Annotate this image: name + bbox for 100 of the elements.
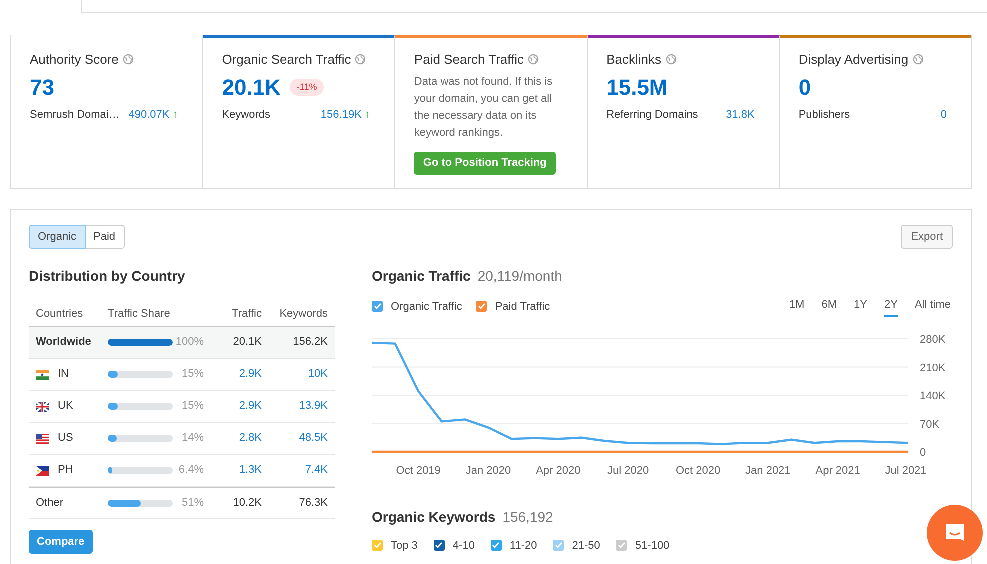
legend-label: Paid Traffic [495,300,550,314]
check-icon [554,542,563,550]
legend-checkbox[interactable] [434,540,445,552]
segment-tab[interactable]: Organic [29,225,86,249]
compare-button[interactable]: Compare [29,530,93,554]
y-axis-label: 0 [920,446,926,458]
card-title: Backlinks [606,51,662,69]
metric-value: 0 [798,74,812,102]
range-tab[interactable]: 6M [822,297,837,316]
card-title: Paid Search Traffic [414,51,524,69]
share-percent: 15% [182,367,204,382]
globe-icon [666,54,677,66]
flag-icon [36,434,49,444]
x-axis-label: Apr 2021 [816,464,860,476]
keywords-value: 156.2K [292,335,328,350]
legend-label: 4-10 [452,538,475,554]
trend-arrow: ↑ [364,108,370,122]
keywords-value[interactable]: 7.4K [262,462,328,479]
share-percent: 14% [182,431,204,446]
card-title: Authority Score [30,51,119,69]
card-title: Organic Search Traffic [222,51,352,69]
country-name: Worldwide [36,335,92,350]
x-axis-label: Oct 2020 [676,464,721,476]
y-axis-label: 140K [920,390,946,402]
chart-title: Organic Traffic [372,267,471,286]
metric-value: 73 [30,74,54,102]
metric-label: Publishers [798,108,850,122]
card-title: Display Advertising [798,51,909,69]
country-name: US [58,431,74,446]
country-name: PH [58,463,74,478]
column-header: Countries [36,307,84,322]
check-icon [618,542,626,550]
check-icon [374,542,382,550]
traffic-value[interactable]: 2.9K [204,398,262,415]
legend-label: 51-100 [635,538,670,554]
metric-label: Referring Domains [606,108,698,122]
x-axis-label: Jul 2021 [885,464,927,476]
section-title: Distribution by Country [29,267,186,286]
y-axis-label: 70K [920,418,940,430]
range-tab[interactable]: 2Y [884,297,898,316]
x-axis-label: Jan 2020 [466,464,512,476]
check-icon [374,303,382,310]
export-button[interactable]: Export [901,225,953,249]
metric-link[interactable]: 31.8K [726,106,755,123]
flag-icon [36,370,49,380]
x-axis-label: Jul 2020 [608,464,650,476]
change-badge: -11% [290,78,324,96]
share-percent: 6.4% [178,463,204,478]
metric-link[interactable]: 490.07K [128,106,170,123]
country-name: Other [36,496,64,511]
country-name: UK [58,399,74,414]
share-percent: 15% [182,399,204,414]
globe-icon [122,54,134,66]
metric-label: Semrush Domai… [30,108,120,122]
position-tracking-button[interactable]: Go to Position Tracking [414,152,556,174]
keywords-value[interactable]: 48.5K [262,430,328,447]
chart-subtitle: 156,192 [502,508,554,526]
metric-value: 15.5M [606,74,668,102]
keywords-value[interactable]: 13.9K [262,398,328,415]
y-axis-label: 210K [920,362,946,374]
y-axis-label: 280K [920,334,946,346]
metric-link[interactable]: 0 [940,106,948,123]
country-name: IN [58,367,69,382]
x-axis-label: Apr 2020 [536,464,581,476]
range-tab[interactable]: 1Y [854,297,868,316]
globe-icon [912,54,924,66]
keywords-value: 76.3K [298,496,328,511]
traffic-value: 20.1K [232,335,262,350]
column-header: Traffic [231,307,262,322]
share-percent: 100% [176,335,204,350]
traffic-value[interactable]: 2.8K [204,430,262,447]
no-data-message: Data was not found. If this is your domain, you can get all the necessary data on its keyword rankings. [414,74,554,140]
legend-label: 21-50 [572,538,600,554]
metric-label: Keywords [222,108,270,122]
check-icon [435,542,444,550]
legend-checkbox[interactable] [372,301,383,312]
trend-arrow: ↑ [172,108,178,122]
legend-label: Top 3 [391,538,418,554]
legend-label: Organic Traffic [391,300,462,314]
traffic-value[interactable]: 2.9K [204,366,262,383]
range-tab[interactable]: All time [914,297,951,316]
check-icon [492,542,500,550]
column-header: Traffic Share [108,307,172,322]
metric-value: 20.1K [222,74,281,102]
flag-icon [36,466,49,476]
metric-link[interactable]: 156.19K [320,106,362,123]
globe-icon [355,54,366,66]
segment-tab[interactable]: Paid [84,225,125,249]
legend-checkbox[interactable] [490,540,502,552]
legend-checkbox[interactable] [476,301,488,312]
traffic-value[interactable]: 1.3K [204,462,262,479]
chart-title: Organic Keywords [372,508,496,527]
chart-subtitle: 20,119/month [478,267,562,286]
traffic-value: 10.2K [232,496,262,511]
globe-icon [528,54,539,66]
keywords-value[interactable]: 10K [262,366,328,383]
x-axis-label: Jan 2021 [746,464,791,476]
column-header: Keywords [278,307,328,322]
share-percent: 51% [182,496,204,511]
range-tab[interactable]: 1M [789,297,805,316]
